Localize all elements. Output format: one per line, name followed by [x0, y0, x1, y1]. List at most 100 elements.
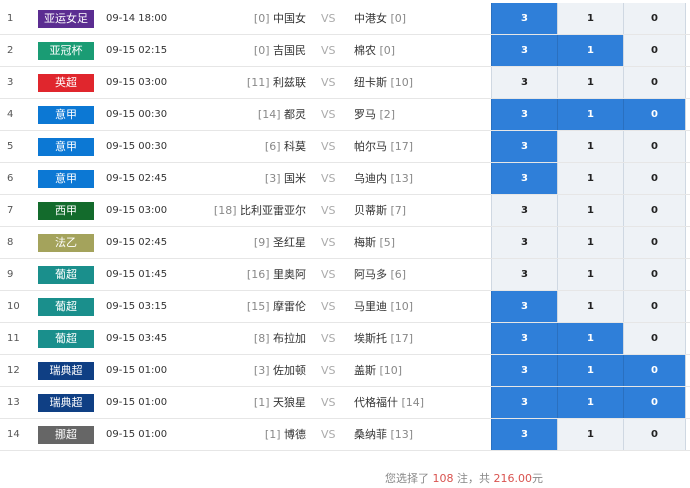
home-rank: [0]: [253, 44, 270, 57]
league-badge: 西甲: [38, 202, 94, 220]
league-badge: 瑞典超: [38, 394, 94, 412]
odd-win-button[interactable]: 3: [491, 163, 557, 194]
odd-loss-button[interactable]: 0: [623, 227, 686, 258]
odd-draw-button[interactable]: 1: [557, 35, 623, 66]
odd-draw-button[interactable]: 1: [557, 195, 623, 226]
odd-draw-button[interactable]: 1: [557, 99, 623, 130]
odd-win-button[interactable]: 3: [491, 419, 557, 450]
home-team: [1] 天狼星: [254, 387, 306, 419]
home-team: [16] 里奥阿: [247, 259, 306, 291]
away-team: 罗马 [2]: [354, 99, 395, 131]
odd-win-button[interactable]: 3: [491, 35, 557, 66]
odd-draw-button[interactable]: 1: [557, 67, 623, 98]
odd-win-button[interactable]: 3: [491, 67, 557, 98]
odd-win-button[interactable]: 3: [491, 99, 557, 130]
away-rank: [7]: [390, 204, 407, 217]
home-team: [1] 博德: [265, 419, 306, 451]
home-team-name: 国米: [284, 172, 306, 185]
odd-loss-button[interactable]: 0: [623, 387, 686, 418]
match-row: 8 法乙 09-15 02:45 [9] 圣红星 VS 梅斯 [5] 3 1 0: [0, 227, 690, 259]
match-time: 09-15 03:00: [106, 77, 168, 88]
home-team: [15] 摩雷伦: [247, 291, 306, 323]
away-team-name: 罗马: [354, 108, 376, 121]
home-rank: [0]: [253, 12, 270, 25]
odd-win-button[interactable]: 3: [491, 195, 557, 226]
home-team: [3] 佐加顿: [254, 355, 306, 387]
odd-loss-button[interactable]: 0: [623, 355, 686, 386]
odd-loss-button[interactable]: 0: [623, 163, 686, 194]
match-time: 09-15 00:30: [106, 141, 168, 152]
league-badge: 亚运女足: [38, 10, 94, 28]
away-rank: [17]: [390, 332, 414, 345]
away-rank: [13]: [390, 428, 414, 441]
match-row: 5 意甲 09-15 00:30 [6] 科莫 VS 帕尔马 [17] 3 1 0: [0, 131, 690, 163]
away-team-name: 中港女: [354, 12, 387, 25]
vs-label: VS: [321, 268, 336, 281]
away-rank: [6]: [390, 268, 407, 281]
home-team-name: 天狼星: [273, 396, 306, 409]
home-team-name: 比利亚雷亚尔: [240, 204, 306, 217]
match-row: 10 葡超 09-15 03:15 [15] 摩雷伦 VS 马里迪 [10] 3 1 0: [0, 291, 690, 323]
home-team-name: 吉国民: [273, 44, 306, 57]
away-team-name: 帕尔马: [354, 140, 387, 153]
match-number: 6: [7, 173, 14, 184]
league-badge: 法乙: [38, 234, 94, 252]
odd-win-button[interactable]: 3: [491, 131, 557, 162]
odd-draw-button[interactable]: 1: [557, 419, 623, 450]
odd-loss-button[interactable]: 0: [623, 67, 686, 98]
home-team: [14] 都灵: [258, 99, 306, 131]
odd-loss-button[interactable]: 0: [623, 259, 686, 290]
odd-loss-button[interactable]: 0: [623, 195, 686, 226]
away-rank: [5]: [379, 236, 396, 249]
match-row: 6 意甲 09-15 02:45 [3] 国米 VS 乌迪内 [13] 3 1 0: [0, 163, 690, 195]
odd-draw-button[interactable]: 1: [557, 227, 623, 258]
odd-loss-button[interactable]: 0: [623, 291, 686, 322]
odd-loss-button[interactable]: 0: [623, 3, 686, 34]
odd-win-button[interactable]: 3: [491, 259, 557, 290]
away-rank: [10]: [390, 76, 414, 89]
home-team-name: 博德: [284, 428, 306, 441]
home-team-name: 布拉加: [273, 332, 306, 345]
bet-count: 108: [432, 472, 454, 485]
away-rank: [2]: [379, 108, 396, 121]
league-badge: 意甲: [38, 106, 94, 124]
home-rank: [1]: [253, 396, 270, 409]
away-team: 棉农 [0]: [354, 35, 395, 67]
league-badge: 瑞典超: [38, 362, 94, 380]
odd-loss-button[interactable]: 0: [623, 99, 686, 130]
odd-win-button[interactable]: 3: [491, 3, 557, 34]
odd-win-button[interactable]: 3: [491, 323, 557, 354]
odd-draw-button[interactable]: 1: [557, 131, 623, 162]
match-time: 09-15 03:45: [106, 333, 168, 344]
home-rank: [15]: [246, 300, 270, 313]
odd-draw-button[interactable]: 1: [557, 3, 623, 34]
home-rank: [1]: [264, 428, 281, 441]
odd-draw-button[interactable]: 1: [557, 355, 623, 386]
odd-draw-button[interactable]: 1: [557, 259, 623, 290]
away-team: 代格福什 [14]: [354, 387, 424, 419]
odd-win-button[interactable]: 3: [491, 291, 557, 322]
home-team: [18] 比利亚雷亚尔: [214, 195, 306, 227]
vs-label: VS: [321, 172, 336, 185]
away-team-name: 贝蒂斯: [354, 204, 387, 217]
odd-loss-button[interactable]: 0: [623, 419, 686, 450]
away-rank: [10]: [390, 300, 414, 313]
odd-win-button[interactable]: 3: [491, 227, 557, 258]
odd-loss-button[interactable]: 0: [623, 35, 686, 66]
odd-loss-button[interactable]: 0: [623, 131, 686, 162]
odd-win-button[interactable]: 3: [491, 387, 557, 418]
vs-label: VS: [321, 108, 336, 121]
odd-draw-button[interactable]: 1: [557, 323, 623, 354]
away-team-name: 乌迪内: [354, 172, 387, 185]
away-team: 乌迪内 [13]: [354, 163, 413, 195]
odd-draw-button[interactable]: 1: [557, 387, 623, 418]
odd-win-button[interactable]: 3: [491, 355, 557, 386]
vs-label: VS: [321, 428, 336, 441]
odd-draw-button[interactable]: 1: [557, 291, 623, 322]
odd-loss-button[interactable]: 0: [623, 323, 686, 354]
league-badge: 挪超: [38, 426, 94, 444]
away-team-name: 盖斯: [354, 364, 376, 377]
vs-label: VS: [321, 140, 336, 153]
odd-draw-button[interactable]: 1: [557, 163, 623, 194]
home-rank: [6]: [264, 140, 281, 153]
